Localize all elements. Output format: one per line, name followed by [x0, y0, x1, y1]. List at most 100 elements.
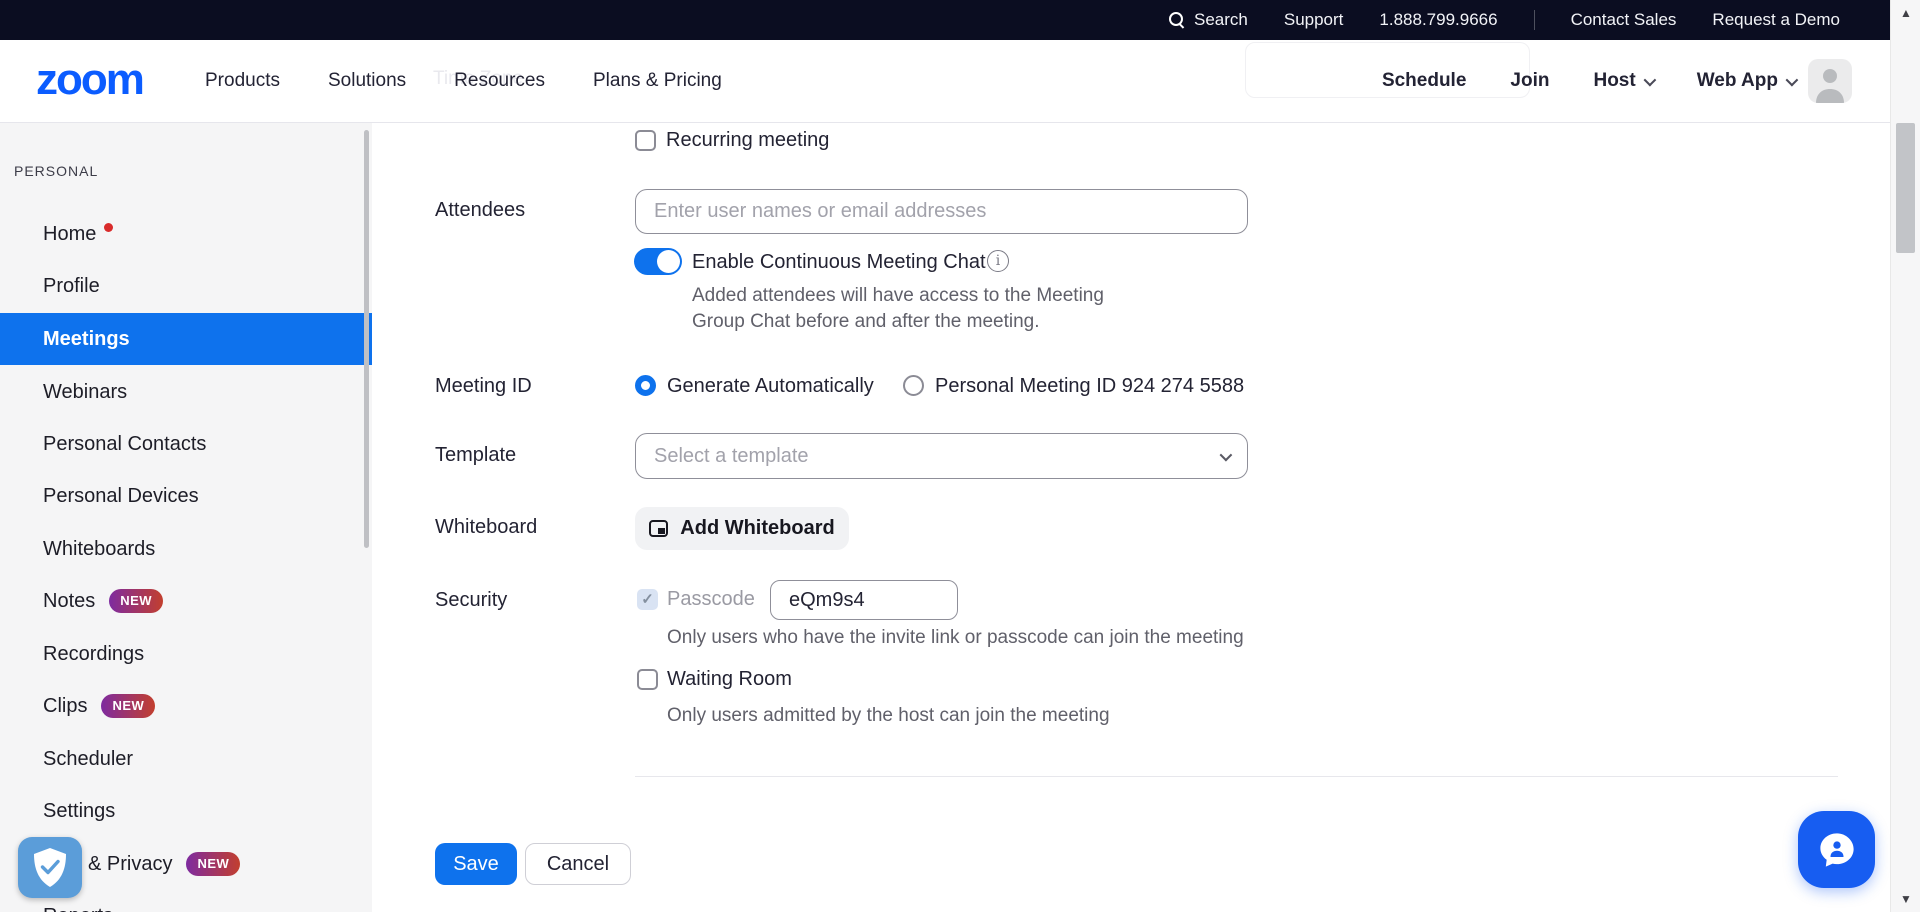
nav-web-app[interactable]: Web App [1697, 70, 1795, 92]
chevron-down-icon [1786, 73, 1799, 86]
whiteboard-icon [649, 520, 668, 537]
zoom-web-app-page: Search Support 1.888.799.9666 Contact Sa… [0, 0, 1920, 912]
sidebar-item-label: Recordings [43, 628, 144, 680]
nav-resources[interactable]: Resources [454, 70, 545, 92]
meeting-id-pmi-label[interactable]: Personal Meeting ID 924 274 5588 [935, 375, 1244, 398]
nav-schedule[interactable]: Schedule [1382, 70, 1466, 92]
waiting-room-helper: Only users admitted by the host can join… [667, 705, 1110, 727]
topbar-divider [1534, 10, 1535, 30]
chat-person-icon [1816, 829, 1858, 871]
sidebar-item-label: Webinars [43, 366, 127, 418]
privacy-shield-overlay-button[interactable] [18, 837, 82, 898]
sidebar-item-profile[interactable]: Profile [0, 260, 372, 312]
utility-top-bar: Search Support 1.888.799.9666 Contact Sa… [0, 0, 1890, 40]
attendees-label: Attendees [435, 199, 525, 222]
waiting-room-label[interactable]: Waiting Room [667, 668, 792, 691]
sidebar-item-label: Home [43, 208, 96, 260]
zoom-logo[interactable]: zoom [36, 58, 143, 102]
nav-join[interactable]: Join [1510, 70, 1549, 92]
sidebar-item-settings[interactable]: Settings [0, 785, 372, 837]
sidebar-scrollbar-thumb[interactable] [364, 130, 369, 548]
contact-sales-link[interactable]: Contact Sales [1571, 10, 1677, 30]
sidebar-item-label: Profile [43, 260, 100, 312]
continuous-chat-label: Enable Continuous Meeting Chat [692, 251, 986, 274]
add-whiteboard-label: Add Whiteboard [680, 517, 834, 540]
sidebar-item-label: & Privacy [88, 838, 172, 890]
new-badge: NEW [109, 589, 163, 613]
add-whiteboard-button[interactable]: Add Whiteboard [635, 507, 849, 550]
nav-host[interactable]: Host [1593, 70, 1652, 92]
chevron-down-icon [1643, 73, 1656, 86]
template-select[interactable]: Select a template [635, 433, 1248, 479]
scroll-down-arrow[interactable]: ▼ [1891, 892, 1920, 906]
search-icon [1169, 12, 1185, 28]
waiting-room-checkbox[interactable] [637, 669, 658, 690]
meeting-id-auto-radio[interactable] [635, 375, 656, 396]
sidebar-item-label: Personal Contacts [43, 418, 206, 470]
user-avatar[interactable] [1808, 59, 1852, 103]
toggle-knob [657, 250, 680, 273]
nav-left-group: Products Solutions Resources Plans & Pri… [205, 40, 722, 122]
support-link[interactable]: Support [1284, 10, 1344, 30]
passcode-helper: Only users who have the invite link or p… [667, 627, 1244, 649]
sidebar-item-whiteboards[interactable]: Whiteboards [0, 523, 372, 575]
sidebar-item-meetings[interactable]: Meetings [0, 313, 372, 365]
new-badge: NEW [186, 852, 240, 876]
attendees-input[interactable] [635, 189, 1248, 234]
search-link[interactable]: Search [1169, 10, 1248, 30]
sidebar-item-label: Clips [43, 680, 87, 732]
meeting-id-auto-label[interactable]: Generate Automatically [667, 375, 874, 398]
sidebar-item-label: Settings [43, 785, 115, 837]
chat-helper-line1: Added attendees will have access to the … [692, 285, 1104, 307]
main-navbar: Time Zone zoom Products Solutions Resour… [0, 40, 1890, 123]
passcode-label: Passcode [667, 588, 755, 611]
nav-plans-pricing[interactable]: Plans & Pricing [593, 70, 722, 92]
sidebar-item-label: Meetings [43, 313, 130, 365]
nav-right-group: Schedule Join Host Web App [1382, 40, 1795, 122]
sidebar-item-recordings[interactable]: Recordings [0, 628, 372, 680]
chat-support-fab[interactable] [1798, 811, 1875, 888]
chevron-down-icon [1220, 448, 1233, 461]
sidebar-item-personal-devices[interactable]: Personal Devices [0, 470, 372, 522]
recurring-meeting-checkbox[interactable] [635, 130, 656, 151]
info-icon[interactable]: i [987, 250, 1009, 272]
person-icon [1808, 59, 1852, 103]
sidebar-item-personal-contacts[interactable]: Personal Contacts [0, 418, 372, 470]
notification-dot-icon [104, 223, 113, 232]
schedule-meeting-form: Recurring meeting Attendees Enable Conti… [372, 123, 1890, 912]
new-badge: NEW [101, 694, 155, 718]
continuous-chat-toggle[interactable] [634, 248, 682, 275]
passcode-input[interactable] [770, 580, 958, 620]
sidebar-item-scheduler[interactable]: Scheduler [0, 733, 372, 785]
phone-link[interactable]: 1.888.799.9666 [1379, 10, 1497, 30]
nav-web-app-label: Web App [1697, 70, 1778, 92]
form-divider [635, 776, 1838, 777]
sidebar-item-label: Whiteboards [43, 523, 155, 575]
search-label: Search [1194, 10, 1248, 30]
meeting-id-pmi-radio[interactable] [903, 375, 924, 396]
nav-host-label: Host [1593, 70, 1635, 92]
save-button[interactable]: Save [435, 843, 517, 885]
meeting-id-label: Meeting ID [435, 375, 532, 398]
security-label: Security [435, 589, 507, 612]
scroll-up-arrow[interactable]: ▲ [1891, 6, 1920, 20]
page-scrollbar-thumb[interactable] [1896, 123, 1915, 253]
request-demo-link[interactable]: Request a Demo [1712, 10, 1840, 30]
sidebar-item-label: Scheduler [43, 733, 133, 785]
passcode-checkbox[interactable]: ✓ [637, 589, 658, 610]
cancel-button[interactable]: Cancel [525, 843, 631, 885]
page-scrollbar[interactable]: ▲ ▼ [1890, 0, 1920, 912]
nav-products[interactable]: Products [205, 70, 280, 92]
sidebar-item-clips[interactable]: Clips NEW [0, 680, 372, 732]
shield-check-icon [30, 846, 70, 890]
sidebar-item-label: Personal Devices [43, 470, 199, 522]
sidebar-item-home[interactable]: Home [0, 208, 372, 260]
nav-solutions[interactable]: Solutions [328, 70, 406, 92]
sidebar: PERSONAL Home Profile Meetings Webinars … [0, 123, 372, 912]
sidebar-item-webinars[interactable]: Webinars [0, 366, 372, 418]
sidebar-item-label: Notes [43, 575, 95, 627]
chat-helper-line2: Group Chat before and after the meeting. [692, 311, 1040, 333]
sidebar-item-notes[interactable]: Notes NEW [0, 575, 372, 627]
template-select-value: Select a template [654, 445, 809, 468]
recurring-meeting-label[interactable]: Recurring meeting [666, 129, 829, 152]
